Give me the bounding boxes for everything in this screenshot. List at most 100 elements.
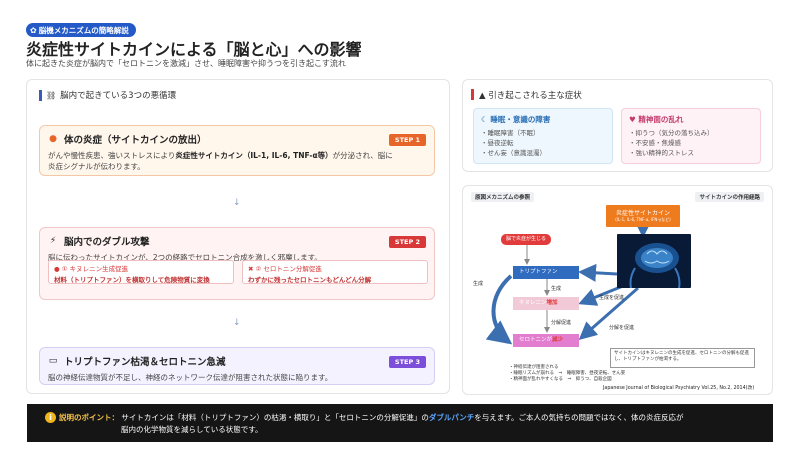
down-arrow-icon: ↓ [233,198,241,208]
sleep-title: 睡眠・意識の障害 [490,115,551,124]
mental-title: 精神面の乱れ [638,115,684,124]
battery-low-icon: ▭ [48,356,58,366]
list-item: ・不安感・焦燥感 [629,139,682,147]
serotonin-label: セロトニンが [519,337,553,343]
arrow [578,263,618,282]
step1-card: ● 体の炎症（サイトカインの放出） STEP 1 がんや慢性疾患、強いストレスに… [39,125,435,176]
step2-card: ⚡ 脳内でのダブル攻撃 STEP 2 脳に伝わったサイトカインが、2つの経路でセ… [39,227,435,300]
mechanism-diagram: 原図メカニズムの参照 サイトカインの作用経路 炎症性サイトカイン (IL-1, … [462,185,773,395]
step1-body-line2: 炎症シグナルが伝わります。 [48,162,145,171]
accent-bar [471,89,474,100]
list-item: ・強い精神的ストレス [629,149,695,157]
step1-heading: ● 体の炎症（サイトカインの放出） [48,132,426,146]
diagram-note: サイトカインはキヌレニンの生成を促進、セロトニンの分解も促進し、トリプトファンが… [610,348,755,368]
step1-badge: STEP 1 [388,134,426,146]
serotonin-decrease: 減少 [552,337,564,343]
inflammation-box: 脳で炎症が生じる [501,234,551,245]
step3-heading: ▭ トリプトファン枯渇＆セロトニン急減 [48,354,426,368]
list-item: ・抑うつ（気分の落ち込み） [629,129,714,137]
brain-image [617,234,691,288]
sleep-symptoms-box: ☾ 睡眠・意識の障害 ・睡眠障害（不眠） ・昼夜逆転 ・せん妄（意識混濁） [473,108,613,164]
vicious-cycle-panel: ⛓ 脳内で起きている3つの悪循環 ● 体の炎症（サイトカインの放出） STEP … [26,79,450,394]
down-arrow-icon: ↓ [233,318,241,328]
badge-label: 脳機メカニズムの簡略解説 [38,25,129,35]
page-subtitle: 体に起きた炎症が脳内で「セロトニンを激減」させ、睡眠障害や抑うつを引き起こす流れ [26,59,346,68]
symptoms-panel: ▲ 引き起こされる主な症状 ☾ 睡眠・意識の障害 ・睡眠障害（不眠） ・昼夜逆転… [462,79,773,172]
symptoms-title-text: 引き起こされる主な症状 [488,91,582,101]
moon-icon: ☾ [481,115,488,124]
kynurenine-increase: 増加 [546,300,558,306]
mental-item-text: 不安感・焦燥感 [635,139,682,147]
footer-line2: 脳内の化学物質を減らしている状態です。 [121,425,263,434]
kynurenine-box: キヌレニン増加 [513,297,579,310]
arrow [485,274,513,345]
sub2-detail: わずかに残ったセロトニンもどんどん分解 [248,276,372,284]
footer-text2: を与えます。ご本人の気持ちの問題ではなく、体の炎症反応が [474,413,684,422]
brain-illustration-icon [629,243,681,288]
step3-badge: STEP 3 [388,356,426,368]
sleep-item-text: せん妄（意識混濁） [487,149,547,157]
warning-dot-icon: ● [54,265,60,273]
sub1-label: ① キヌレニン生成促進 [61,265,129,273]
accent-bar [39,89,42,101]
step1-body-post: が分泌され、脳に [332,151,393,160]
step3-title: トリプトファン枯渇＆セロトニン急減 [64,357,226,368]
effect-item: ・精神面が乱れやすくなる ⇒ 抑うつ、自殺企図 [509,377,612,382]
symptoms-title: ▲ 引き起こされる主な症状 [479,89,582,101]
serotonin-box: セロトニンが減少 [513,334,579,347]
mental-item-text: 抑うつ（気分の落ち込み） [635,129,714,137]
list-item: ・睡眠障害（不眠） [481,129,540,137]
tryptophan-box: トリプトファン [513,266,579,279]
step1-body-pre: がんや慢性疾患、強いストレスにより [48,151,176,160]
cytokine-label: 炎症性サイトカイン [615,210,670,217]
step2-badge: STEP 2 [388,236,426,248]
sleep-item-text: 昼夜逆転 [487,139,514,147]
label-promote: 生成を促進 [599,295,625,301]
page-title: 炎症性サイトカインによる「脳と心」への影響 [26,40,362,59]
panel-title: ⛓ 脳内で起きている3つの悪循環 [39,89,176,101]
cytokine-sub: (IL-1, IL-6, TNF-α, IFN-γなど) [615,217,671,222]
step3-body: 脳の神経伝達物質が不足し、神経のネットワーク伝達が阻害された状態に陥ります。 [48,373,333,382]
brain-icon: ✿ [30,25,37,35]
citation: Japanese Journal of Biological Psychiatr… [603,386,755,391]
effects-list: ・神経伝達が阻害される ・睡眠リズムが崩れる ⇒ 睡眠障害、昼夜逆転、せん妄 ・… [509,365,625,383]
label-decompose: 分解促進 [551,320,572,326]
footer-label: 説明のポイント： [59,413,119,422]
step3-card: ▭ トリプトファン枯渇＆セロトニン急減 STEP 3 脳の神経伝達物質が不足し、… [39,347,435,385]
sleep-item-text: 睡眠障害（不眠） [487,129,540,137]
warning-icon: ▲ [479,91,486,101]
panel-title-text: 脳内で起きている3つの悪循環 [60,91,177,101]
footer-line1: 説明のポイント： サイトカインは「材料（トリプトファン）の枯渇・横取り」と「セロ… [47,412,765,424]
lightning-icon: ⚡ [49,236,57,246]
list-item: ・せん妄（意識混濁） [481,149,547,157]
network-icon: ⛓ [46,90,57,100]
mental-symptoms-box: ♥ 精神面の乱れ ・抑うつ（気分の落ち込み） ・不安感・焦燥感 ・強い精神的スト… [621,108,761,164]
sub1-detail: 材料（トリプトファン）を横取りして危険物質に変換 [54,276,210,284]
kynurenine-label: キヌレニン [519,300,547,306]
fire-icon: ● [49,134,57,144]
step1-body: がんや慢性疾患、強いストレスにより炎症性サイトカイン（IL-1, IL-6, T… [48,150,426,172]
serotonin-decomp-box: ✖ ② セロトニン分解促進 わずかに残ったセロトニンもどんどん分解 [242,260,428,284]
info-icon: i [45,412,56,423]
list-item: ・昼夜逆転 [481,139,514,147]
step2-title: 脳内でのダブル攻撃 [64,237,150,248]
heart-icon: ♥ [629,115,636,124]
sub2-label: ② セロトニン分解促進 [255,265,322,273]
cytokine-box: 炎症性サイトカイン (IL-1, IL-6, TNF-α, IFN-γなど) [606,205,680,227]
kynurenine-path-box: ● ① キヌレニン生成促進 材料（トリプトファン）を横取りして危険物質に変換 [48,260,234,284]
mental-item-text: 強い精神的ストレス [635,149,695,157]
header-badge: ✿ 脳機メカニズムの簡略解説 [26,23,136,37]
label-promote: 分解を促進 [609,325,635,331]
label-produce: 生成 [473,281,484,287]
step2-heading: ⚡ 脳内でのダブル攻撃 [48,234,426,248]
explanation-footer: i 説明のポイント： サイトカインは「材料（トリプトファン）の枯渇・横取り」と「… [27,404,773,442]
mental-list: ・抑うつ（気分の落ち込み） ・不安感・焦燥感 ・強い精神的ストレス [629,128,753,158]
footer-highlight: ダブルパンチ [428,413,475,422]
label-produce: 生成 [551,286,562,292]
footer-text1: サイトカインは「材料（トリプトファン）の枯渇・横取り」と「セロトニンの分解促進」… [121,413,429,422]
page: ✿ 脳機メカニズムの簡略解説 炎症性サイトカインによる「脳と心」への影響 体に起… [0,0,800,450]
step1-title: 体の炎症（サイトカインの放出） [64,135,207,146]
sleep-list: ・睡眠障害（不眠） ・昼夜逆転 ・せん妄（意識混濁） [481,128,605,158]
cross-icon: ✖ [248,265,254,273]
step1-body-bold: 炎症性サイトカイン（IL-1, IL-6, TNF-α等） [175,151,333,160]
